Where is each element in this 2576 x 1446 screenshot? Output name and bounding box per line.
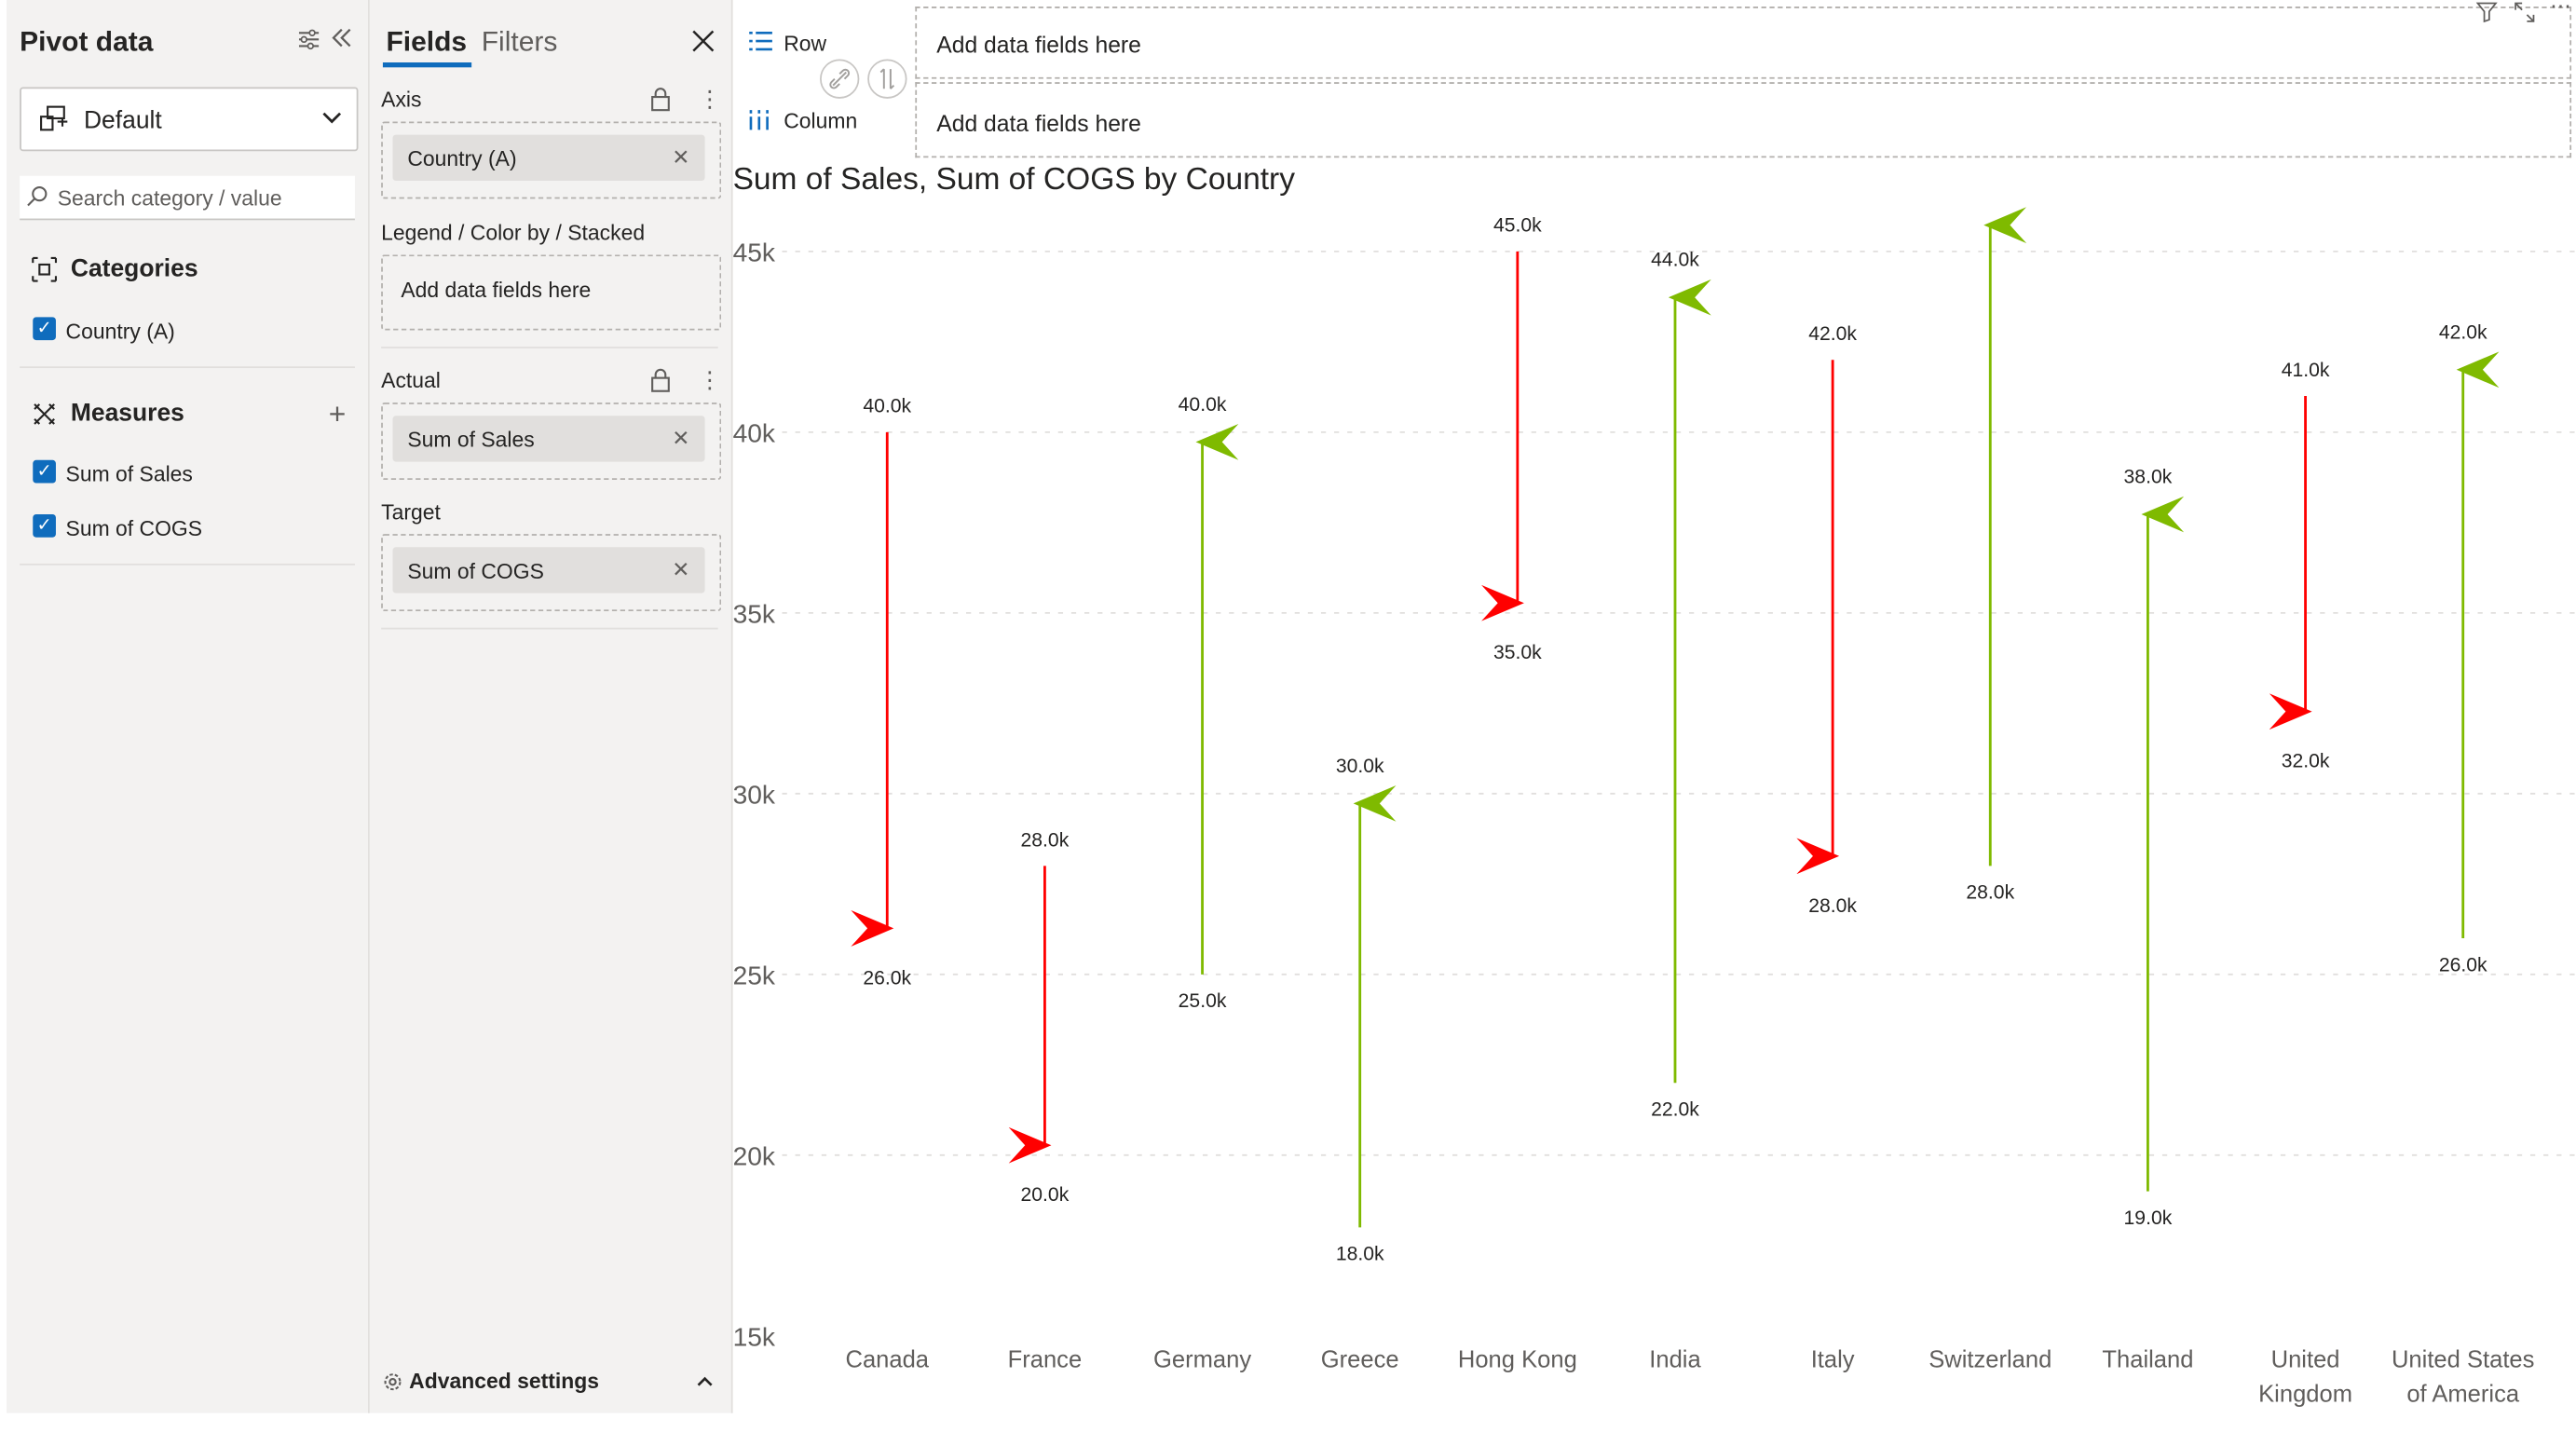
x-tick-label: United States	[2392, 1346, 2534, 1372]
data-label: 32.0k	[2282, 751, 2330, 772]
y-tick-label: 35k	[733, 598, 776, 628]
data-label: 25.0k	[1179, 990, 1227, 1012]
data-label: 28.0k	[1021, 829, 1070, 851]
x-tick-label: United	[2271, 1346, 2340, 1372]
data-label: 42.0k	[1808, 323, 1857, 345]
data-label: 38.0k	[2124, 466, 2173, 487]
data-label: 26.0k	[2439, 954, 2487, 975]
y-tick-label: 25k	[733, 960, 776, 989]
data-label: 26.0k	[863, 967, 911, 989]
y-tick-label: 40k	[733, 417, 776, 447]
y-tick-label: 30k	[733, 779, 776, 809]
x-tick-label: India	[1649, 1346, 1701, 1372]
data-label: 20.0k	[1021, 1184, 1070, 1206]
x-tick-label: Canada	[845, 1346, 929, 1372]
arrow-chart: 15k 20k 25k 30k 35k 40k 45k 40.0k 26.0k 28.0k 20.…	[733, 207, 2575, 1407]
y-tick-label: 15k	[733, 1321, 776, 1351]
x-tick-label: Switzerland	[1929, 1346, 2051, 1372]
x-tick-label: Hong Kong	[1458, 1346, 1577, 1372]
x-tick-label: of America	[2406, 1381, 2520, 1407]
x-tick-label: Germany	[1153, 1346, 1251, 1372]
data-label: 28.0k	[1966, 882, 2014, 904]
x-tick-label: France	[1008, 1346, 1083, 1372]
data-label: 42.0k	[2439, 321, 2487, 343]
y-tick-label: 45k	[733, 237, 776, 266]
data-label: 28.0k	[1808, 895, 1857, 917]
data-label: 40.0k	[1179, 394, 1227, 416]
x-tick-label: Kingdom	[2258, 1381, 2352, 1407]
data-label: 22.0k	[1651, 1098, 1699, 1120]
data-label: 41.0k	[2282, 360, 2330, 381]
data-label: 40.0k	[863, 396, 911, 417]
data-label: 35.0k	[1493, 642, 1542, 663]
x-tick-label: Italy	[1811, 1346, 1855, 1372]
data-label: 19.0k	[2124, 1207, 2173, 1229]
x-tick-label: Greece	[1321, 1346, 1399, 1372]
data-label: 44.0k	[1651, 250, 1699, 271]
data-label: 45.0k	[1493, 215, 1542, 237]
x-tick-label: Thailand	[2102, 1346, 2193, 1372]
data-label: 18.0k	[1336, 1244, 1384, 1265]
data-label: 30.0k	[1336, 756, 1384, 777]
y-tick-label: 20k	[733, 1140, 776, 1170]
